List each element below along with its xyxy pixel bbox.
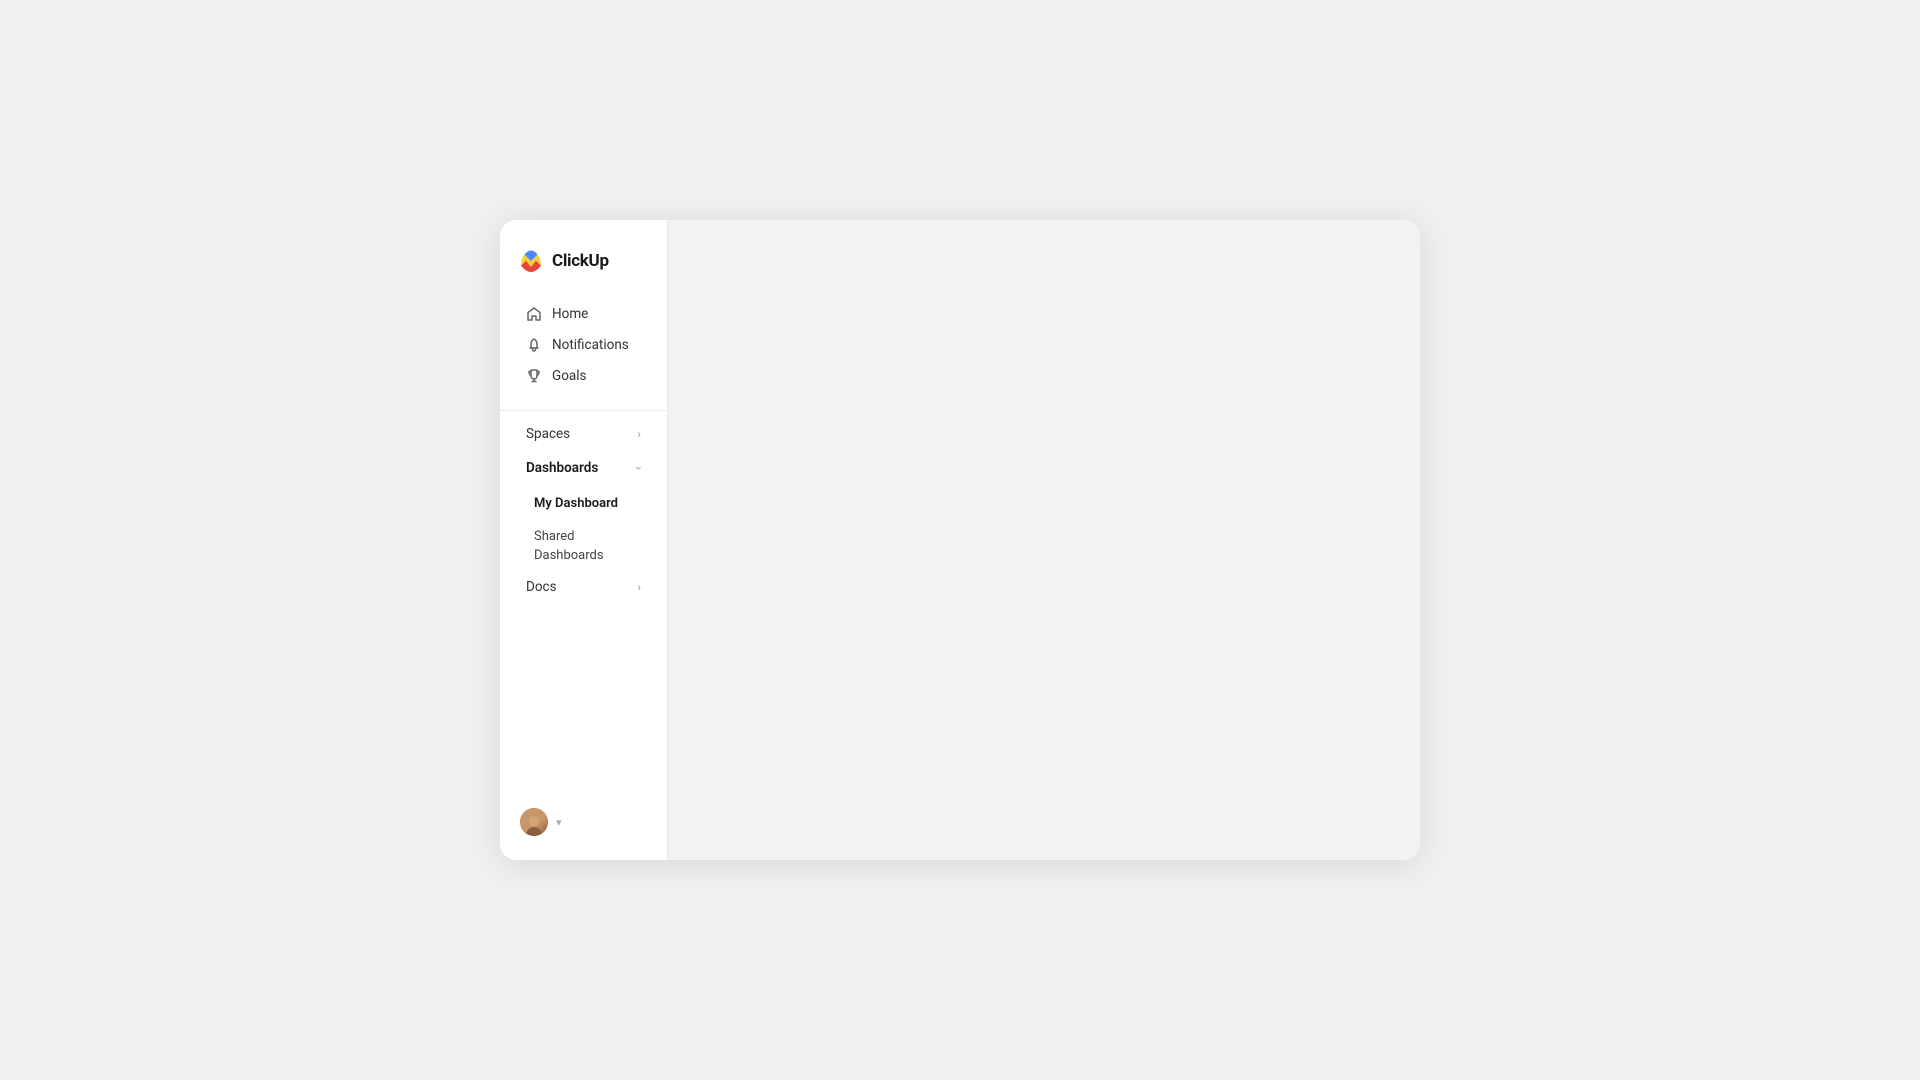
divider-1 [500, 410, 667, 411]
spaces-label: Spaces [526, 426, 570, 442]
logo-text: ClickUp [552, 251, 609, 271]
dashboards-chevron-icon: › [632, 466, 646, 470]
main-content [668, 220, 1420, 860]
sidebar-section-dashboards[interactable]: Dashboards › [508, 452, 659, 484]
home-icon [526, 306, 542, 322]
sidebar-item-my-dashboard[interactable]: My Dashboard [508, 486, 659, 517]
docs-label: Docs [526, 579, 557, 595]
my-dashboard-label: My Dashboard [534, 496, 618, 511]
sidebar-item-notifications[interactable]: Notifications [508, 330, 659, 360]
user-area[interactable]: ▾ [508, 800, 659, 844]
dashboards-label: Dashboards [526, 460, 598, 476]
shared-dashboards-label: Shared Dashboards [534, 529, 604, 563]
avatar-body [526, 827, 542, 837]
nav-section: Home Notifications Goals [500, 294, 667, 404]
sidebar-section-docs[interactable]: Docs › [508, 571, 659, 603]
trophy-icon [526, 368, 542, 384]
logo-area[interactable]: ClickUp [500, 220, 667, 294]
avatar-head [529, 816, 539, 826]
sidebar-section-spaces[interactable]: Spaces › [508, 418, 659, 450]
sidebar-item-goals[interactable]: Goals [508, 361, 659, 391]
sidebar-item-goals-label: Goals [552, 368, 587, 384]
clickup-logo-icon [518, 248, 544, 274]
app-card: ClickUp Home Notifications [500, 220, 1420, 860]
spacer [500, 604, 667, 800]
docs-chevron-icon: › [637, 580, 641, 594]
avatar-figure [525, 816, 543, 836]
avatar-inner [520, 808, 548, 836]
bell-icon [526, 337, 542, 353]
avatar [520, 808, 548, 836]
spaces-chevron-icon: › [637, 427, 641, 441]
sidebar: ClickUp Home Notifications [500, 220, 668, 860]
sidebar-item-notifications-label: Notifications [552, 337, 629, 353]
sidebar-item-home-label: Home [552, 306, 588, 322]
sidebar-item-shared-dashboards[interactable]: Shared Dashboards [508, 519, 659, 569]
sidebar-item-home[interactable]: Home [508, 299, 659, 329]
user-chevron-icon: ▾ [556, 816, 562, 829]
